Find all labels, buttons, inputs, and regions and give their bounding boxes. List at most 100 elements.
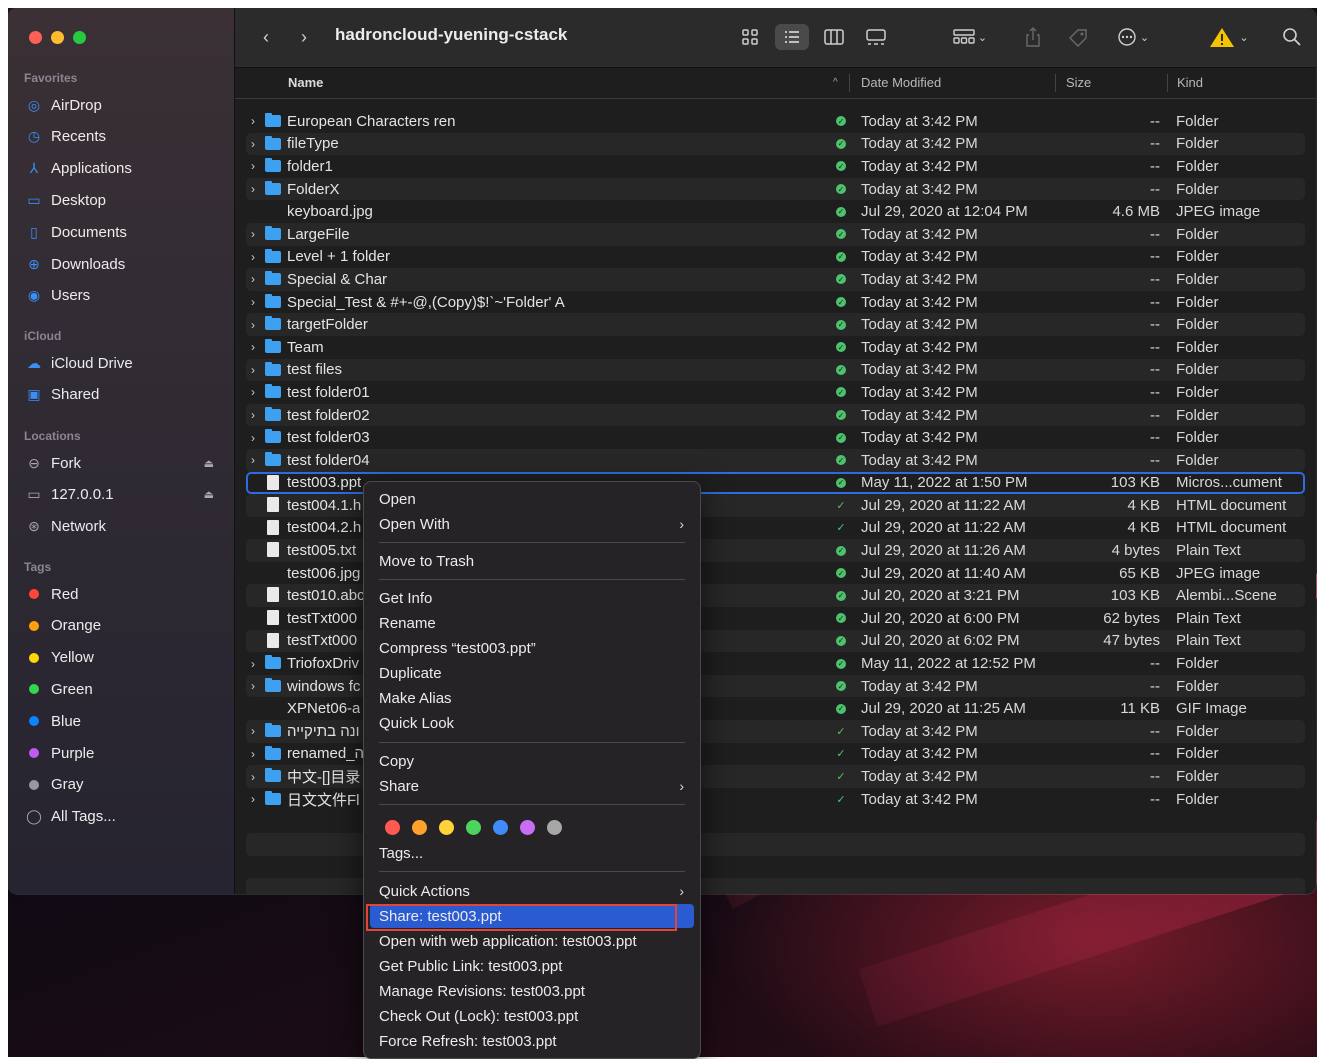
disclosure-chevron-icon[interactable]: › (251, 137, 255, 151)
sidebar-item-127-0-0-1[interactable]: ▭ 127.0.0.1 ⏏ (24, 482, 220, 508)
disclosure-chevron-icon[interactable]: › (251, 453, 255, 467)
menu-item-open-with[interactable]: Open With › (370, 512, 694, 536)
file-row[interactable]: › Special_Test & #+-@,(Copy)$!`~'Folder' … (246, 291, 1305, 314)
sidebar-item-recents[interactable]: ◷ Recents (24, 124, 220, 150)
menu-item-tags[interactable]: Tags... (370, 841, 694, 865)
zoom-window-button[interactable] (73, 31, 86, 44)
menu-item-check-out[interactable]: Check Out (Lock): test003.ppt (370, 1004, 694, 1028)
sidebar-item-users[interactable]: ◉ Users (24, 283, 220, 309)
file-row[interactable]: › fileType ✓ Today at 3:42 PM -- Folder (246, 132, 1305, 156)
menu-item-move-to-trash[interactable]: Move to Trash (370, 549, 694, 573)
list-view-button[interactable] (775, 24, 809, 50)
action-menu-button[interactable]: ⌄ (1111, 24, 1155, 50)
gallery-view-button[interactable] (861, 24, 891, 50)
disclosure-chevron-icon[interactable]: › (251, 114, 255, 128)
disclosure-chevron-icon[interactable]: › (251, 340, 255, 354)
warning-extension-button[interactable]: ⌄ (1205, 24, 1253, 50)
file-row[interactable]: › LargeFile ✓ Today at 3:42 PM -- Folder (246, 222, 1305, 246)
sidebar-item-airdrop[interactable]: ◎ AirDrop (24, 92, 220, 118)
disclosure-chevron-icon[interactable]: › (251, 250, 255, 264)
menu-item-duplicate[interactable]: Duplicate (370, 661, 694, 685)
disclosure-chevron-icon[interactable]: › (251, 295, 255, 309)
menu-item-open-web-app[interactable]: Open with web application: test003.ppt (370, 929, 694, 953)
sidebar-item-fork[interactable]: ⊖ Fork ⏏ (24, 450, 220, 476)
disclosure-chevron-icon[interactable]: › (251, 747, 255, 761)
file-row[interactable]: › test folder03 ✓ Today at 3:42 PM -- Folder (246, 426, 1305, 449)
back-button[interactable]: ‹ (255, 24, 277, 50)
disclosure-chevron-icon[interactable]: › (251, 318, 255, 332)
minimize-window-button[interactable] (51, 31, 64, 44)
tag-color-option[interactable] (466, 820, 481, 835)
disclosure-chevron-icon[interactable]: › (251, 159, 255, 173)
disclosure-chevron-icon[interactable]: › (251, 679, 255, 693)
file-row[interactable]: › folder1 ✓ Today at 3:42 PM -- Folder (246, 155, 1305, 178)
file-row[interactable]: › test folder04 ✓ Today at 3:42 PM -- Folder (246, 448, 1305, 472)
sidebar-tag-red[interactable]: Red (24, 581, 220, 607)
tag-color-option[interactable] (547, 820, 562, 835)
menu-item-rename[interactable]: Rename (370, 611, 694, 635)
share-toolbar-button[interactable] (1021, 24, 1045, 50)
sidebar-item-network[interactable]: ⊛ Network (24, 514, 220, 540)
disclosure-chevron-icon[interactable]: › (251, 792, 255, 806)
sidebar-tag-green[interactable]: Green (24, 676, 220, 702)
sidebar-item-all-tags[interactable]: ◯ All Tags... (24, 803, 220, 829)
disclosure-chevron-icon[interactable]: › (251, 272, 255, 286)
disclosure-chevron-icon[interactable]: › (251, 724, 255, 738)
disclosure-chevron-icon[interactable]: › (251, 385, 255, 399)
menu-item-open[interactable]: Open (370, 487, 694, 511)
sidebar-item-downloads[interactable]: ⊕ Downloads (24, 251, 220, 277)
sidebar-tag-purple[interactable]: Purple (24, 740, 220, 766)
menu-item-get-public-link[interactable]: Get Public Link: test003.ppt (370, 954, 694, 978)
icon-view-button[interactable] (735, 24, 765, 50)
disclosure-chevron-icon[interactable]: › (251, 363, 255, 377)
disclosure-chevron-icon[interactable]: › (251, 657, 255, 671)
disclosure-chevron-icon[interactable]: › (251, 408, 255, 422)
size-column-header[interactable]: Size (1066, 75, 1091, 90)
sidebar-tag-blue[interactable]: Blue (24, 708, 220, 734)
file-row[interactable]: › test folder02 ✓ Today at 3:42 PM -- Folder (246, 403, 1305, 427)
file-row[interactable]: › Special & Char ✓ Today at 3:42 PM -- Folder (246, 268, 1305, 291)
eject-icon[interactable]: ⏏ (204, 457, 214, 470)
disclosure-chevron-icon[interactable]: › (251, 770, 255, 784)
menu-item-manage-revisions[interactable]: Manage Revisions: test003.ppt (370, 979, 694, 1003)
tag-color-option[interactable] (385, 820, 400, 835)
tag-color-option[interactable] (520, 820, 535, 835)
disclosure-chevron-icon[interactable]: › (251, 227, 255, 241)
eject-icon[interactable]: ⏏ (204, 488, 214, 501)
menu-item-quick-look[interactable]: Quick Look (370, 711, 694, 735)
menu-item-force-refresh[interactable]: Force Refresh: test003.ppt (370, 1029, 694, 1053)
file-row[interactable]: › targetFolder ✓ Today at 3:42 PM -- Folder (246, 313, 1305, 336)
forward-button[interactable]: › (293, 24, 315, 50)
sidebar-tag-orange[interactable]: Orange (24, 613, 220, 639)
sidebar-item-documents[interactable]: ▯ Documents (24, 219, 220, 245)
disclosure-chevron-icon[interactable]: › (251, 182, 255, 196)
menu-item-compress[interactable]: Compress “test003.ppt” (370, 636, 694, 660)
menu-item-copy[interactable]: Copy (370, 749, 694, 773)
menu-item-quick-actions[interactable]: Quick Actions › (370, 879, 694, 903)
sidebar-item-icloud-drive[interactable]: ☁ iCloud Drive (24, 350, 220, 376)
tag-toolbar-button[interactable] (1065, 24, 1091, 50)
search-button[interactable] (1279, 24, 1305, 50)
sidebar-tag-gray[interactable]: Gray (24, 772, 220, 798)
file-row[interactable]: › Team ✓ Today at 3:42 PM -- Folder (246, 336, 1305, 359)
file-row[interactable]: › test files ✓ Today at 3:42 PM -- Folder (246, 358, 1305, 382)
menu-item-share[interactable]: Share › (370, 774, 694, 798)
tag-color-option[interactable] (493, 820, 508, 835)
sidebar-item-applications[interactable]: ⅄ Applications (24, 156, 220, 182)
close-window-button[interactable] (29, 31, 42, 44)
kind-column-header[interactable]: Kind (1177, 75, 1203, 90)
menu-item-get-info[interactable]: Get Info (370, 586, 694, 610)
tag-color-option[interactable] (412, 820, 427, 835)
disclosure-chevron-icon[interactable]: › (251, 431, 255, 445)
sidebar-tag-yellow[interactable]: Yellow (24, 645, 220, 671)
file-row[interactable]: › FolderX ✓ Today at 3:42 PM -- Folder (246, 177, 1305, 201)
file-row[interactable]: › European Characters ren ✓ Today at 3:42 P… (246, 110, 1305, 133)
column-view-button[interactable] (819, 24, 849, 50)
file-row[interactable]: keyboard.jpg ✓ Jul 29, 2020 at 12:04 PM 4.6… (246, 200, 1305, 223)
group-by-button[interactable]: ⌄ (947, 24, 993, 50)
file-row[interactable]: › test folder01 ✓ Today at 3:42 PM -- Folder (246, 381, 1305, 404)
sidebar-item-shared[interactable]: ▣ Shared (24, 382, 220, 408)
sidebar-item-desktop[interactable]: ▭ Desktop (24, 187, 220, 213)
file-row[interactable]: › Level + 1 folder ✓ Today at 3:42 PM -- Fold… (246, 246, 1305, 269)
name-column-header[interactable]: Name (288, 75, 323, 90)
